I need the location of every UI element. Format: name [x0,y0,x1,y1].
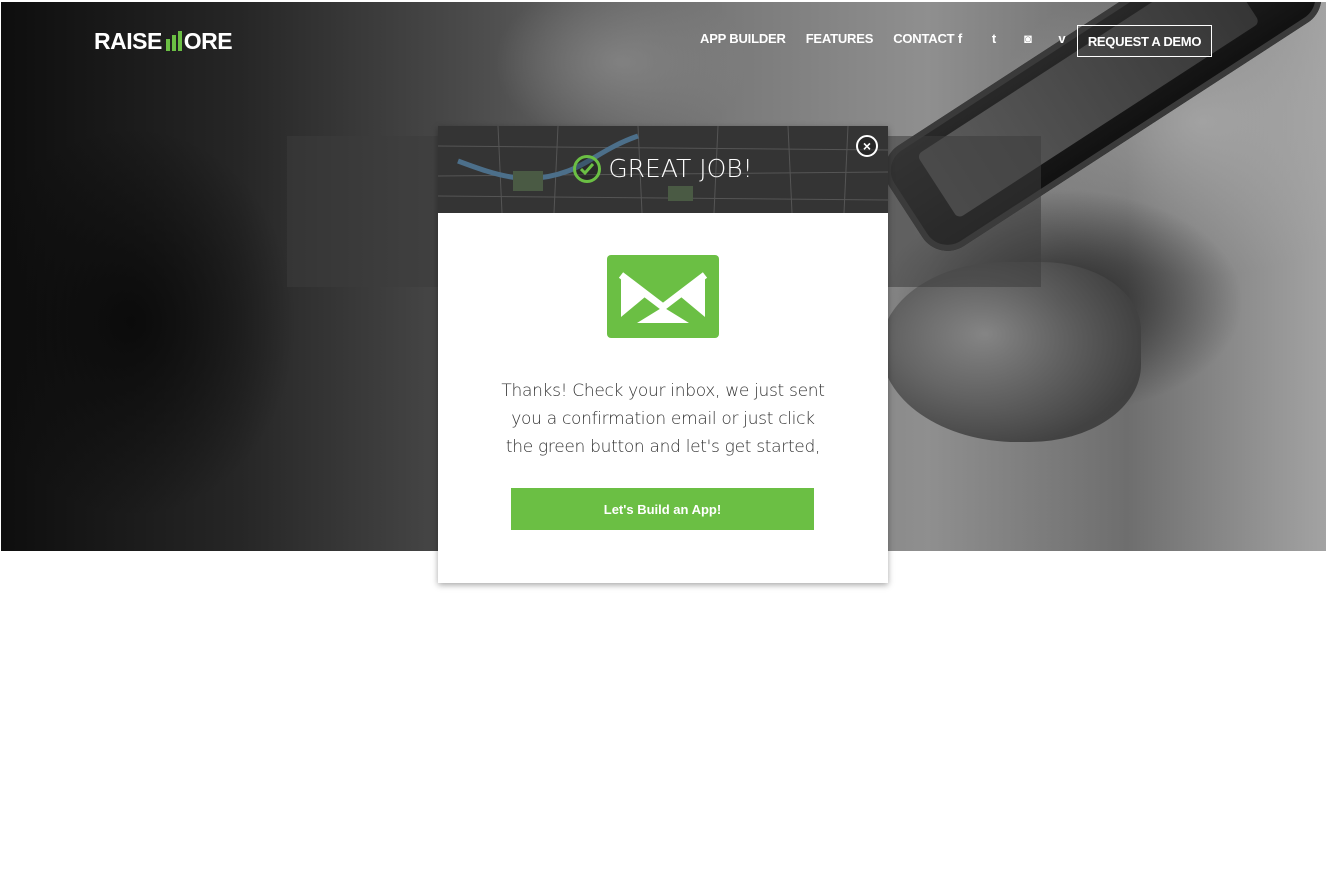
hand-shape [881,262,1141,442]
logo[interactable]: RAISE ORE [94,27,233,54]
logo-bars-icon [165,31,182,51]
modal-title-text: GREAT JOB! [608,154,753,183]
check-circle-icon [573,154,602,183]
nav-app-builder[interactable]: APP BUILDER [700,31,786,46]
nav-features[interactable]: FEATURES [806,31,874,46]
envelope-icon [607,255,719,338]
request-demo-button[interactable]: REQUEST A DEMO [1077,25,1212,57]
modal-header: GREAT JOB! × [438,126,888,213]
vimeo-icon[interactable]: v [1055,31,1069,46]
logo-text-right: ORE [183,27,233,54]
confirmation-message: Thanks! Check your inbox, we just sent y… [501,381,825,457]
twitter-icon[interactable]: t [987,31,1001,46]
instagram-icon[interactable]: ◙ [1021,31,1035,46]
modal-title: GREAT JOB! [438,154,888,183]
logo-text-left: RAISE [94,27,162,54]
social-links: f t ◙ v [953,31,1069,46]
build-app-button[interactable]: Let's Build an App! [511,488,814,530]
facebook-icon[interactable]: f [953,31,967,46]
confirmation-modal: GREAT JOB! × Thanks! Check your inbox, w… [438,126,888,583]
close-icon[interactable]: × [856,135,878,157]
main-nav: APP BUILDER FEATURES CONTACT [700,31,974,46]
nav-contact[interactable]: CONTACT [893,31,954,46]
